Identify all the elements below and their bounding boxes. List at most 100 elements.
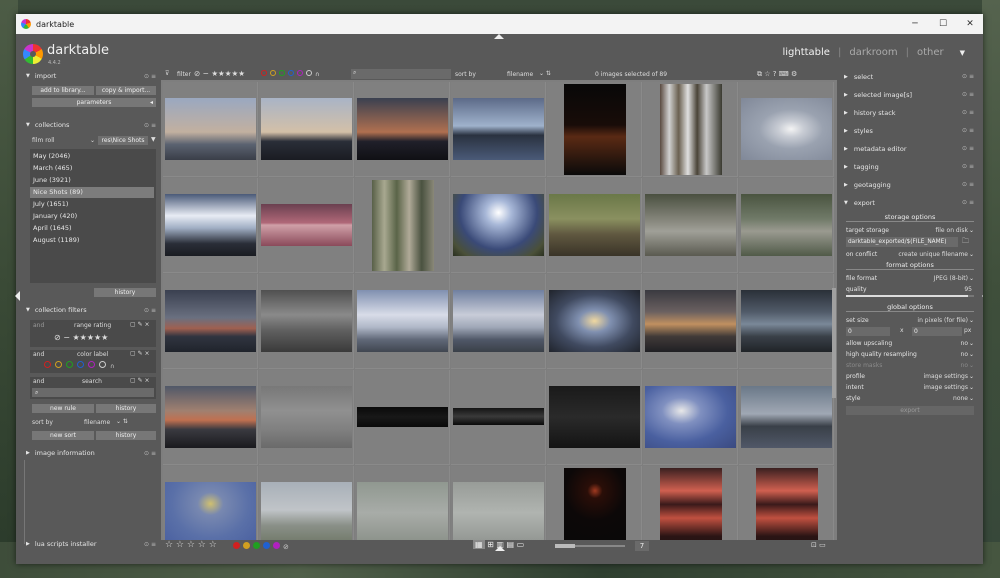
zoom-slider[interactable] [555,544,625,548]
module-lua-scripts-header[interactable]: ▶ lua scripts installer ⊙ ≡ [22,538,160,550]
profile-select[interactable]: profile image settings ⌄ [846,371,974,382]
module-import-header[interactable]: ▼ import ⊙ ≡ [22,70,160,82]
thumbnail-cell[interactable] [451,466,546,540]
view-lighttable[interactable]: lighttable [782,47,830,58]
blue-label-icon[interactable] [77,361,84,368]
thumbnail-cell[interactable] [451,82,546,177]
module-presets-icon[interactable]: ⊙ ≡ [144,450,156,457]
close-icon[interactable]: ✕ [957,14,983,34]
intent-select[interactable]: intent image settings ⌄ [846,382,974,393]
module-presets-icon[interactable]: ⊙ ≡ [962,181,974,188]
gray-label-icon[interactable] [306,70,312,76]
blue-label-icon[interactable] [263,542,270,549]
quality-slider[interactable]: quality 95 [846,284,974,295]
list-item[interactable]: January (420) [30,211,154,222]
thumbnail-cell[interactable] [355,82,450,177]
preview-icon[interactable]: ▭ [517,540,525,549]
thumbnail-cell[interactable] [163,82,258,177]
thumbnail-cell[interactable] [547,466,642,540]
module-presets-icon[interactable]: ⊙ ≡ [962,145,974,152]
thumbnail-cell[interactable] [643,274,738,369]
minimize-icon[interactable]: ─ [902,14,928,34]
list-item[interactable]: April (1645) [30,223,154,234]
culling-dynamic-icon[interactable]: ▤ [506,540,514,549]
sort-history-button[interactable]: history [96,431,156,440]
focus-peaking-icon[interactable]: ⊡ ▭ [811,541,826,549]
thumbnail-cell[interactable] [643,370,738,465]
thumbnail-cell[interactable] [739,274,834,369]
set-size-select[interactable]: set size in pixels (for file) ⌄ [846,315,974,326]
purple-label-icon[interactable] [297,70,303,76]
module-presets-icon[interactable]: ⊙ ≡ [962,163,974,170]
module-export-header[interactable]: ▼ export ⊙ ≡ [844,195,976,210]
red-label-icon[interactable] [261,70,267,76]
thumbnail-cell[interactable] [547,370,642,465]
height-input[interactable]: 0 [912,327,962,336]
red-label-icon[interactable] [44,361,51,368]
copy-import-button[interactable]: copy & import... [96,86,156,95]
module-tagging-header[interactable]: ▶ tagging ⊙ ≡ [844,159,976,174]
color-label-buttons[interactable]: ⊘ [233,542,289,551]
module-collection-filters-header[interactable]: ▼ collection filters ⊙ ≡ [22,304,160,316]
list-item[interactable]: May (2046) [30,151,154,162]
thumbnails-per-row-input[interactable]: 7 [635,541,649,551]
search-filter-input[interactable]: ⌕ [351,69,451,79]
purple-label-icon[interactable] [88,361,95,368]
search-input[interactable]: ⌕ [32,388,154,397]
sort-field-select[interactable]: filename [507,71,533,78]
thumbnail-cell[interactable] [163,274,258,369]
view-darkroom[interactable]: darkroom [849,47,897,58]
filter-funnel-icon[interactable]: ⊽ [165,70,169,77]
quality-slider-track[interactable] [846,295,974,297]
module-presets-icon[interactable]: ⊙ ≡ [962,91,974,98]
list-item[interactable]: August (1189) [30,235,154,246]
rule-toolbar-icons[interactable]: ▢ ✎ ⨯ [130,377,150,384]
module-styles-header[interactable]: ▶ styles ⊙ ≡ [844,123,976,138]
panel-scrollbar[interactable] [24,460,25,544]
module-select-header[interactable]: ▶ select ⊙ ≡ [844,69,976,84]
green-label-icon[interactable] [253,542,260,549]
thumbnail-cell[interactable] [259,370,354,465]
thumbnail-cell[interactable] [355,466,450,540]
yellow-label-icon[interactable] [243,542,250,549]
blue-label-icon[interactable] [288,70,294,76]
thumbnail-cell[interactable] [259,178,354,273]
chevron-down-icon[interactable]: ▼ [960,49,965,57]
list-item[interactable]: July (1651) [30,199,154,210]
gray-label-icon[interactable] [99,361,106,368]
sort-order-icon[interactable]: ⌄ ⇅ [539,70,551,77]
module-presets-icon[interactable]: ⊙ ≡ [962,199,974,206]
new-rule-button[interactable]: new rule [32,404,94,413]
rating-stars-icon[interactable]: ☆ ☆ ☆ ☆ ☆ [165,540,217,550]
thumbnail-cell[interactable] [547,82,642,177]
style-select[interactable]: style none ⌄ [846,393,974,404]
module-image-information-header[interactable]: ▶ image information ⊙ ≡ [22,447,160,459]
on-conflict-select[interactable]: on conflict create unique filename ⌄ [846,249,974,260]
thumbnail-cell[interactable] [547,274,642,369]
thumbnail-cell[interactable] [259,466,354,540]
collection-value-input[interactable]: res\Nice Shots [98,136,148,145]
grid-scrollbar[interactable] [832,288,836,398]
module-geotagging-header[interactable]: ▶ geotagging ⊙ ≡ [844,177,976,192]
rating-stars-icon[interactable]: ⊘ − ★★★★★ [54,333,108,342]
thumbnail-cell[interactable] [739,178,834,273]
clear-label-icon[interactable]: ⊘ [283,543,289,551]
thumbnail-cell[interactable] [547,178,642,273]
module-presets-icon[interactable]: ⊙ ≡ [962,109,974,116]
folder-icon[interactable]: 🗀 [962,237,969,248]
list-item[interactable]: June (3921) [30,175,154,186]
yellow-label-icon[interactable] [55,361,62,368]
color-label-dots[interactable]: ∩ [44,361,114,370]
collections-history-button[interactable]: history [94,288,156,297]
add-to-library-button[interactable]: add to library... [32,86,94,95]
filemanager-icon[interactable]: ▦ [473,540,485,549]
module-collections-header[interactable]: ▼ collections ⊙ ≡ [22,119,160,131]
toolbar-icons[interactable]: ⧉ ☆ ? ⌨ ⚙ [757,70,797,79]
green-label-icon[interactable] [279,70,285,76]
thumbnail-cell[interactable] [643,178,738,273]
thumbnail-cell[interactable] [259,274,354,369]
thumbnail-cell[interactable] [739,82,834,177]
list-item-selected[interactable]: Nice Shots (89) [30,187,154,198]
module-selected-images-header[interactable]: ▶ selected image[s] ⊙ ≡ [844,87,976,102]
module-presets-icon[interactable]: ⊙ ≡ [144,122,156,129]
